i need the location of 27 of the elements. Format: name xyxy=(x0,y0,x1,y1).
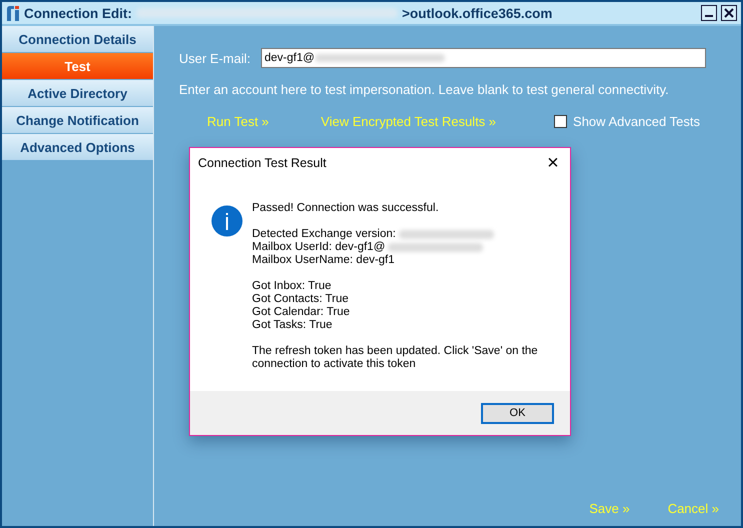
message-text: Got Inbox: True xyxy=(252,280,332,293)
message-text: Got Tasks: True xyxy=(252,319,332,332)
sidebar-item[interactable]: Advanced Options xyxy=(2,134,153,160)
email-field[interactable]: dev-gf1@ xyxy=(260,48,706,68)
message-text: Mailbox UserId: dev-gf1@ xyxy=(252,241,386,254)
sidebar-item[interactable]: Change Notification xyxy=(2,107,153,133)
window-title: Connection Edit: xyxy=(24,6,132,20)
message-text: Detected Exchange version: xyxy=(252,228,396,241)
info-icon xyxy=(211,205,243,237)
window-title-host: >outlook.office365.com xyxy=(402,6,552,20)
message-text: Mailbox UserName: dev-gf1 xyxy=(252,254,395,267)
ok-button[interactable]: OK xyxy=(481,402,554,424)
hint-text: Enter an account here to test impersonation. Leave blank to test general connectivity. xyxy=(179,82,670,97)
message-text: The refresh token has been updated. Click 'Save' on the connection to activate this token xyxy=(252,345,539,371)
sidebar-item[interactable]: Active Directory xyxy=(2,80,153,106)
close-icon xyxy=(724,8,734,18)
email-label: User E-mail: xyxy=(179,50,251,66)
minimize-icon xyxy=(705,15,713,17)
message-text: Got Calendar: True xyxy=(252,306,350,319)
app-logo-icon xyxy=(6,5,20,21)
close-button[interactable]: × xyxy=(536,152,570,174)
message-text: Got Contacts: True xyxy=(252,293,349,306)
dialog-title: Connection Test Result xyxy=(198,156,326,170)
minimize-button[interactable] xyxy=(701,5,717,21)
message-text: Passed! Connection was successful. xyxy=(252,202,439,215)
sidebar-item[interactable]: Connection Details xyxy=(2,26,153,52)
close-button[interactable] xyxy=(721,5,737,21)
